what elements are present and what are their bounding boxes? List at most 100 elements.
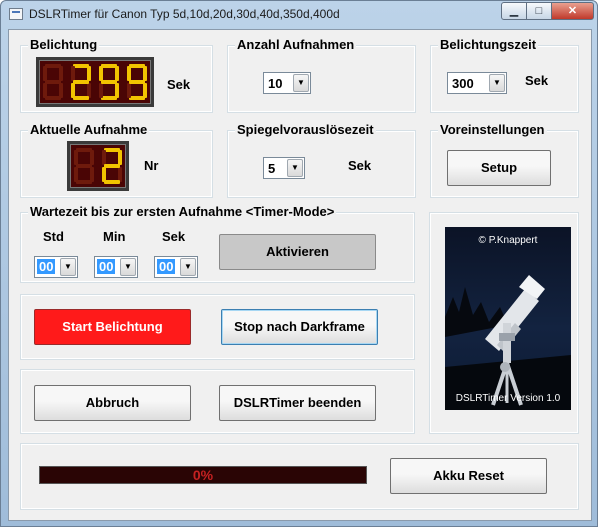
current-shot-digit-2-segment-f xyxy=(102,150,106,165)
mirror-lockup-unit-label: Sek xyxy=(348,158,372,173)
telescope-image xyxy=(445,275,571,410)
legend-belichtungszeit: Belichtungszeit xyxy=(438,37,539,52)
shot-count-value: 10 xyxy=(268,76,283,91)
delay-seconds-select[interactable]: 00 ▼ xyxy=(154,256,198,278)
current-shot-digit-1-segment-a xyxy=(76,148,92,152)
chevron-down-icon[interactable]: ▼ xyxy=(180,258,196,276)
legend-wartezeit: Wartezeit bis zur ersten Aufnahme <Timer… xyxy=(28,204,337,219)
exposure-led-digits xyxy=(43,64,147,100)
chevron-down-icon[interactable]: ▼ xyxy=(287,159,303,177)
exposure-time-select[interactable]: 300 ▼ xyxy=(447,72,507,94)
group-aktuelle-aufnahme: Aktuelle Aufnahme Nr xyxy=(20,122,213,198)
abort-button[interactable]: Abbruch xyxy=(34,385,191,421)
exposure-digit-1-segment-b xyxy=(59,66,63,81)
exposure-digit-1-segment-c xyxy=(59,83,63,98)
telescope-photo: © P.Knappert DSLRTimer Version 1.0 xyxy=(445,227,571,410)
current-shot-digit-1-segment-b xyxy=(90,150,94,165)
chevron-down-icon[interactable]: ▼ xyxy=(489,74,505,92)
exposure-digit-2-segment-g xyxy=(73,80,89,84)
current-shot-digit-2-segment-g xyxy=(104,164,120,168)
current-shot-digit-2-segment-b xyxy=(118,150,122,165)
legend-voreinstellungen: Voreinstellungen xyxy=(438,122,547,137)
current-shot-unit-label: Nr xyxy=(144,158,159,173)
exposure-digit-2-segment-e xyxy=(71,83,75,98)
mirror-lockup-select[interactable]: 5 ▼ xyxy=(263,157,305,179)
mirror-lockup-value: 5 xyxy=(268,161,276,176)
close-button[interactable]: ✕ xyxy=(551,2,594,20)
group-voreinstellungen: Voreinstellungen Setup xyxy=(430,122,579,198)
current-shot-digit-2-segment-e xyxy=(102,167,106,182)
exposure-digit-2-segment-b xyxy=(87,66,91,81)
exposure-digit-4-segment-a xyxy=(129,64,145,68)
exposure-digit-2-segment-f xyxy=(71,66,75,81)
current-shot-digit-2-segment-d xyxy=(104,180,120,184)
exposure-digit-3-segment-f xyxy=(99,66,103,81)
group-start-stop: Start Belichtung Stop nach Darkframe xyxy=(20,294,415,360)
current-shot-digit-1-segment-f xyxy=(74,150,78,165)
exposure-digit-4-segment-d xyxy=(129,96,145,100)
exposure-digit-2-segment-c xyxy=(87,83,91,98)
delay-seconds-value: 00 xyxy=(157,259,176,274)
current-shot-led-display xyxy=(67,141,129,191)
stop-after-darkframe-button-label: Stop nach Darkframe xyxy=(234,319,365,334)
activate-timer-button[interactable]: Aktivieren xyxy=(219,234,376,270)
exposure-digit-1-segment-d xyxy=(45,96,61,100)
app-version-label: DSLRTimer Version 1.0 xyxy=(455,393,561,404)
exposure-digit-2-segment-d xyxy=(73,96,89,100)
current-shot-digit-1-segment-c xyxy=(90,167,94,182)
seconds-label: Sek xyxy=(162,229,186,244)
legend-belichtung: Belichtung xyxy=(28,37,100,52)
delay-hours-select[interactable]: 00 ▼ xyxy=(34,256,78,278)
title-bar[interactable]: DSLRTimer für Canon Typ 5d,10d,20d,30d,4… xyxy=(1,1,597,29)
exposure-digit-1-segment-e xyxy=(43,83,47,98)
start-exposure-button[interactable]: Start Belichtung xyxy=(34,309,191,345)
abort-button-label: Abbruch xyxy=(85,395,140,410)
current-shot-digit-2-segment-c xyxy=(118,167,122,182)
legend-spiegelvorausloesezeit: Spiegelvorauslösezeit xyxy=(235,122,376,137)
app-window: DSLRTimer für Canon Typ 5d,10d,20d,30d,4… xyxy=(0,0,598,527)
group-wartezeit: Wartezeit bis zur ersten Aufnahme <Timer… xyxy=(20,204,415,283)
exposure-digit-3-segment-g xyxy=(101,80,117,84)
exposure-digit-3-segment-c xyxy=(115,83,119,98)
window-title: DSLRTimer für Canon Typ 5d,10d,20d,30d,4… xyxy=(29,7,340,21)
chevron-down-icon[interactable]: ▼ xyxy=(120,258,136,276)
battery-reset-button[interactable]: Akku Reset xyxy=(390,458,547,494)
chevron-down-icon[interactable]: ▼ xyxy=(293,74,309,92)
current-shot-digit-1-segment-g xyxy=(76,164,92,168)
progress-bar: 0% xyxy=(39,466,367,484)
setup-button-label: Setup xyxy=(480,160,518,175)
exposure-digit-4-segment-e xyxy=(127,83,131,98)
exposure-digit-3-segment-a xyxy=(101,64,117,68)
exposure-digit-3-segment-d xyxy=(101,96,117,100)
delay-minutes-select[interactable]: 00 ▼ xyxy=(94,256,138,278)
group-abort-quit: Abbruch DSLRTimer beenden xyxy=(20,369,415,434)
exposure-digit-3-segment-e xyxy=(99,83,103,98)
minimize-button[interactable]: ▁ xyxy=(501,2,527,20)
maximize-button[interactable]: □ xyxy=(526,2,552,20)
progress-text: 0% xyxy=(192,467,214,483)
exposure-digit-3-segment-b xyxy=(115,66,119,81)
quit-app-button[interactable]: DSLRTimer beenden xyxy=(219,385,376,421)
exposure-digit-4-segment-c xyxy=(143,83,147,98)
quit-app-button-label: DSLRTimer beenden xyxy=(233,395,362,410)
shot-count-select[interactable]: 10 ▼ xyxy=(263,72,311,94)
exposure-unit-label: Sek xyxy=(167,77,191,92)
exposure-time-unit-label: Sek xyxy=(525,73,549,88)
exposure-digit-1-segment-a xyxy=(45,64,61,68)
exposure-digit-4-segment-g xyxy=(129,80,145,84)
legend-anzahl-aufnahmen: Anzahl Aufnahmen xyxy=(235,37,357,52)
minutes-label: Min xyxy=(103,229,126,244)
delay-hours-value: 00 xyxy=(37,259,56,274)
current-shot-digit-2-segment-a xyxy=(104,148,120,152)
current-shot-led-digits xyxy=(74,148,122,184)
exposure-digit-1-segment-f xyxy=(43,66,47,81)
stop-after-darkframe-button[interactable]: Stop nach Darkframe xyxy=(221,309,378,345)
exposure-digit-4-segment-b xyxy=(143,66,147,81)
chevron-down-icon[interactable]: ▼ xyxy=(60,258,76,276)
exposure-digit-2-segment-a xyxy=(73,64,89,68)
group-spiegelvorausloesezeit: Spiegelvorauslösezeit 5 ▼ Sek xyxy=(227,122,416,198)
exposure-time-value: 300 xyxy=(452,76,474,91)
setup-button[interactable]: Setup xyxy=(447,150,551,186)
current-shot-digit-1-segment-d xyxy=(76,180,92,184)
photo-copyright: © P.Knappert xyxy=(478,235,538,246)
